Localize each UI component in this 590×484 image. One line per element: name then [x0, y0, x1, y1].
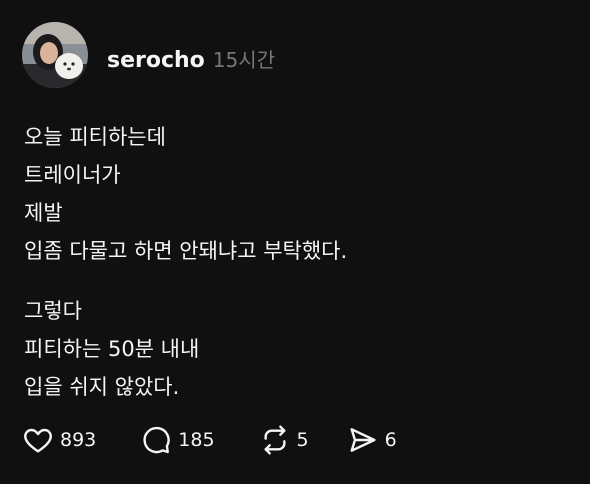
post-line: 트레이너가 [24, 163, 121, 187]
like-button[interactable]: 893 [22, 424, 96, 456]
comment-count: 185 [178, 429, 215, 451]
post-line: 제발 [24, 201, 63, 225]
post-line: 오늘 피티하는데 [24, 125, 166, 149]
username[interactable]: serocho [107, 48, 205, 73]
post-paragraph: 그렇다 피티하는 50분 내내 입을 쉬지 않았다. [24, 292, 564, 406]
post-header: serocho 15시간 [107, 44, 275, 73]
post-paragraph: 오늘 피티하는데 트레이너가 제발 입좀 다물고 하면 안돼냐고 부탁했다. [24, 118, 564, 270]
send-paper-plane-icon [347, 424, 379, 456]
avatar[interactable] [22, 22, 88, 88]
share-count: 6 [384, 429, 397, 451]
post-timestamp[interactable]: 15시간 [213, 44, 275, 73]
action-bar: 893 185 5 6 [22, 424, 397, 456]
heart-icon [22, 424, 54, 456]
post-body: 오늘 피티하는데 트레이너가 제발 입좀 다물고 하면 안돼냐고 부탁했다. 그… [24, 118, 564, 406]
comment-button[interactable]: 185 [140, 424, 215, 456]
repost-count: 5 [296, 429, 309, 451]
like-count: 893 [60, 429, 97, 451]
thread-post: serocho 15시간 오늘 피티하는데 트레이너가 제발 입좀 다물고 하면… [0, 0, 590, 484]
share-button[interactable]: 6 [347, 424, 397, 456]
repost-button[interactable]: 5 [259, 424, 309, 456]
post-line: 입좀 다물고 하면 안돼냐고 부탁했다. [24, 239, 348, 263]
repost-arrows-icon [259, 424, 291, 456]
speech-bubble-icon [140, 424, 172, 456]
post-line: 피티하는 50분 내내 [24, 337, 200, 361]
post-line: 그렇다 [24, 299, 82, 323]
post-line: 입을 쉬지 않았다. [24, 375, 180, 399]
